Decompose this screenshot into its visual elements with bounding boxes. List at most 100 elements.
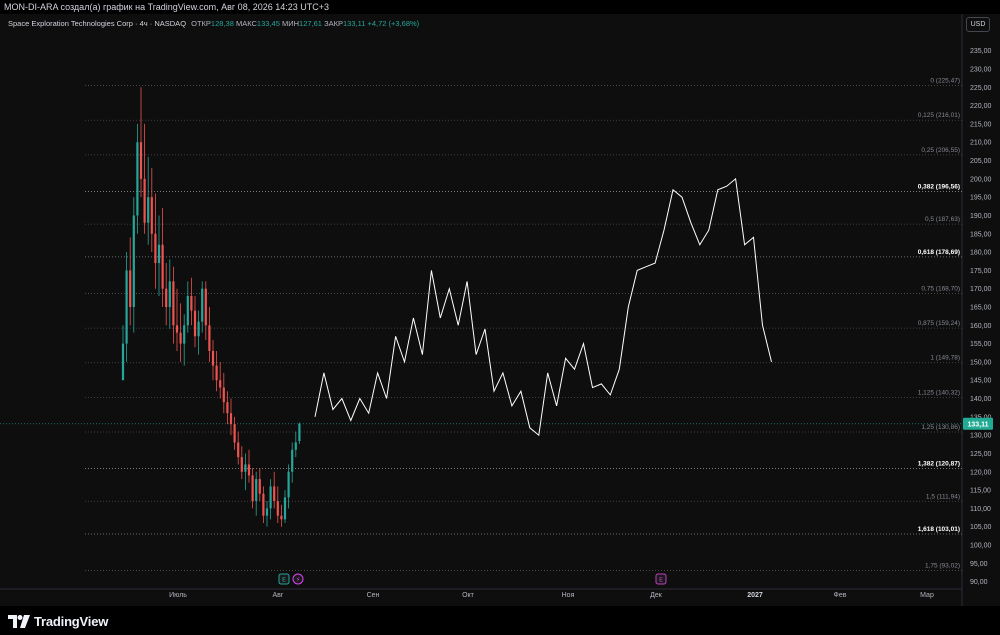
footer: TradingView	[0, 606, 1000, 635]
candle-body	[273, 486, 276, 502]
candle-body	[143, 178, 146, 223]
candle-body	[211, 350, 215, 366]
last-price-label: 133,11	[967, 421, 988, 428]
price-tick-label: 200,00	[970, 176, 992, 183]
price-tick-label: 115,00	[970, 488, 991, 495]
candle-body	[219, 380, 222, 388]
price-tick-label: 210,00	[970, 140, 992, 147]
time-tick-label: Мар	[920, 592, 934, 599]
candle-body	[193, 310, 197, 337]
low-label: МИН	[281, 19, 300, 28]
fib-level-label: 1 (149,78)	[930, 355, 960, 362]
candle-body	[183, 325, 186, 344]
time-tick-label: Авг	[273, 592, 284, 599]
price-tick-label: 150,00	[970, 359, 992, 366]
price-tick-label: 100,00	[970, 543, 992, 550]
price-tick-label: 225,00	[970, 85, 992, 92]
change-value: +4,72 (+3,68%)	[367, 19, 420, 28]
price-tick-label: 145,00	[970, 378, 992, 385]
time-tick-label: Дек	[650, 592, 663, 599]
projection-line	[314, 177, 772, 437]
fib-level-label: 0,382 (196,56)	[918, 183, 960, 190]
price-tick-label: 180,00	[970, 250, 992, 257]
chart-area[interactable]: 90,00 95,00 100,00 105,00 110,00 115,00 120,00…	[0, 14, 1000, 606]
fib-level-label: 1,5 (111,94)	[926, 493, 960, 500]
candle-body	[179, 332, 182, 344]
fib-level-label: 1,25 (130,86)	[921, 424, 960, 431]
price-tick-label: 195,00	[970, 195, 992, 202]
low-value: 127,61	[299, 19, 322, 28]
price-tick-label: 170,00	[970, 286, 992, 293]
price-tick-label: 175,00	[970, 268, 992, 275]
candle-body	[139, 142, 143, 179]
publisher-bar: MON-DI-ARA создал(а) график на TradingVi…	[0, 0, 1000, 14]
price-tick-label: 120,00	[970, 469, 992, 476]
fib-level-label: 1,75 (93,02)	[925, 563, 960, 570]
candle-body	[150, 197, 153, 234]
candle-body	[121, 343, 125, 381]
time-tick-label: Фев	[834, 592, 847, 599]
candle-body	[157, 244, 161, 264]
price-tick-label: 130,00	[970, 433, 992, 440]
currency-button[interactable]: USD	[966, 17, 990, 32]
close-value: 133,11	[342, 19, 366, 28]
price-tick-label: 125,00	[970, 451, 992, 458]
tradingview-logo-icon	[8, 614, 30, 628]
symbol-name: Space Exploration Technologies Corp · 4ч…	[8, 19, 187, 28]
candle-body	[233, 424, 236, 443]
fib-level-label: 0 (225,47)	[930, 78, 960, 85]
candle-body	[168, 281, 171, 307]
candle-body	[262, 493, 265, 516]
high-label: МАКС	[235, 19, 257, 28]
candle-body	[251, 475, 254, 502]
event-marker-symbol: E	[659, 576, 663, 584]
candle-body	[258, 479, 261, 494]
fib-level-label: 0,125 (216,01)	[918, 112, 960, 119]
time-tick-label: 2027	[747, 592, 763, 599]
fib-level-label: 0,25 (206,55)	[921, 147, 960, 154]
fib-level-label: 0,618 (178,69)	[918, 249, 960, 256]
price-tick-label: 230,00	[970, 67, 992, 74]
price-tick-label: 140,00	[970, 396, 992, 403]
candle-body	[280, 515, 283, 520]
price-tick-label: 105,00	[970, 524, 992, 531]
price-tick-label: 220,00	[970, 103, 992, 110]
candle-body	[172, 281, 175, 326]
event-marker-symbol: E	[282, 576, 286, 584]
price-tick-label: 215,00	[970, 121, 992, 128]
candle-body	[244, 464, 247, 472]
candle-body	[276, 501, 279, 516]
price-tick-label: 190,00	[970, 213, 992, 220]
tradingview-logo[interactable]: TradingView	[8, 613, 108, 629]
price-tick-label: 90,00	[970, 579, 988, 586]
candle-body	[287, 471, 290, 498]
candle-body	[201, 288, 204, 322]
price-tick-label: 185,00	[970, 231, 992, 238]
candle-body	[125, 270, 128, 344]
symbol-legend: Space Exploration Technologies Corp · 4ч…	[8, 19, 419, 28]
close-label: ЗАКР	[324, 19, 343, 28]
time-tick-label: Сен	[367, 592, 380, 599]
time-tick-label: Июль	[169, 592, 187, 599]
fib-level-label: 1,618 (103,01)	[918, 526, 960, 533]
candle-body	[175, 325, 179, 333]
candle-body	[186, 296, 189, 326]
candle-body	[161, 244, 164, 289]
candle-body	[240, 457, 243, 472]
candle-body	[215, 365, 218, 381]
fib-level-label: 0,5 (187,63)	[925, 216, 960, 223]
candle-body	[129, 270, 132, 307]
price-chart[interactable]: 90,00 95,00 100,00 105,00 110,00 115,00 120,00…	[0, 14, 1000, 606]
time-tick-label: Окт	[462, 592, 475, 599]
price-tick-label: 205,00	[970, 158, 992, 165]
candle-body	[136, 142, 139, 216]
candle-body	[255, 479, 258, 502]
fib-level-label: 0,75 (168,70)	[921, 285, 960, 292]
price-tick-label: 155,00	[970, 341, 992, 348]
price-tick-label: 235,00	[970, 48, 992, 55]
fib-level-label: 1,125 (140,32)	[918, 389, 960, 396]
candle-body	[269, 486, 272, 509]
fib-level-label: 1,382 (120,87)	[918, 461, 960, 468]
candle-body	[132, 215, 135, 307]
candle-body	[147, 197, 150, 223]
